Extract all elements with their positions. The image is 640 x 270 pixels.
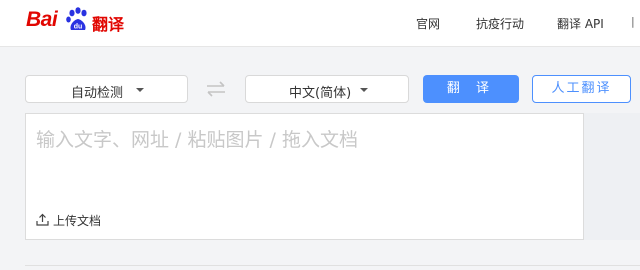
nav-fight-epidemic-link[interactable]: 抗疫行动 [476, 15, 524, 32]
nav-translate-api-link[interactable]: 翻译 API [557, 15, 604, 32]
nav-more-link[interactable]: | [631, 15, 635, 28]
baidu-translate-logo[interactable]: Bai du 翻译 [26, 6, 126, 36]
translate-button[interactable]: 翻 译 [423, 75, 519, 103]
upload-document-label: 上传文档 [53, 214, 102, 228]
chevron-down-icon [360, 88, 368, 92]
divider [25, 265, 640, 266]
chevron-down-icon [136, 88, 144, 92]
nav-official-site-link[interactable]: 官网 [416, 15, 440, 32]
logo-product-name: 翻译 [92, 15, 125, 34]
upload-icon [36, 213, 49, 226]
target-language-select[interactable]: 中文(简体) [245, 75, 409, 103]
input-placeholder: 输入文字、网址 / 粘贴图片 / 拖入文档 [36, 129, 358, 151]
source-language-label: 自动检测 [71, 86, 124, 101]
swap-arrows-icon[interactable] [204, 80, 228, 98]
logo-text: Bai [26, 8, 58, 31]
source-text-input[interactable]: 输入文字、网址 / 粘贴图片 / 拖入文档 上传文档 [25, 113, 584, 240]
output-panel [584, 113, 640, 240]
baidu-paw-icon: du [66, 7, 87, 31]
target-language-label: 中文(简体) [289, 86, 352, 101]
logo-paw-text: du [74, 24, 83, 31]
human-translate-button[interactable]: 人工翻译 [532, 75, 631, 103]
source-language-select[interactable]: 自动检测 [25, 75, 188, 103]
top-bar: Bai du 翻译 官网 抗疫行动 翻译 API | [0, 0, 640, 47]
